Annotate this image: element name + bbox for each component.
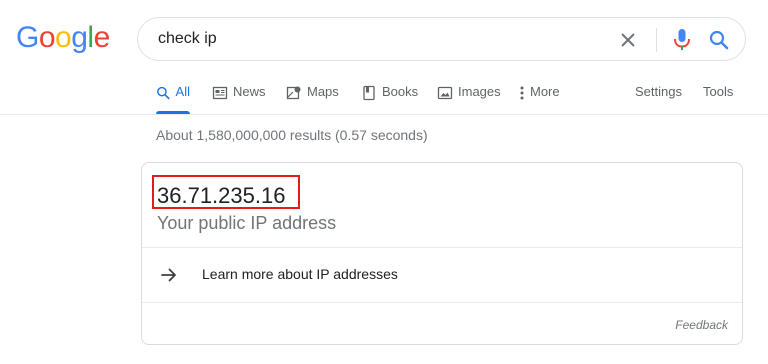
logo-letter-e: e [93,21,111,54]
logo-letter-g: G [16,21,39,54]
ip-address-caption: Your public IP address [157,213,337,233]
results-count: About 1,580,000,000 results (0.57 second… [156,127,428,143]
books-icon [363,85,375,101]
maps-icon [286,86,301,100]
learn-more-link[interactable]: Learn more about IP addresses [142,248,742,303]
google-logo[interactable]: Google [16,22,110,54]
tools-link[interactable]: Tools [703,84,733,114]
microphone-icon[interactable] [670,27,694,53]
search-nav: All News Maps Books Images More Settings… [0,84,768,114]
tab-maps-label: Maps [307,84,339,99]
tab-images-label: Images [458,84,501,99]
nav-divider [0,114,768,115]
settings-link[interactable]: Settings [635,84,682,114]
tab-images[interactable]: Images [437,84,501,114]
tools-label: Tools [703,84,734,99]
tab-news-label: News [233,84,266,99]
settings-label: Settings [635,84,682,99]
ip-answer-card: 36.71.235.16 Your public IP address Lear… [141,162,743,345]
ip-address: 36.71.235.16 [157,183,286,208]
more-vert-icon [520,86,524,100]
arrow-right-icon [161,268,176,282]
logo-letter-g2: g [71,21,88,54]
learn-more-label: Learn more about IP addresses [202,266,398,282]
tab-maps[interactable]: Maps [286,84,339,114]
card-divider-bottom [142,302,742,303]
tab-all-label: All [175,84,190,99]
tab-all[interactable]: All [156,84,190,114]
search-divider [656,28,657,52]
logo-letter-o2: o [55,21,72,54]
search-input[interactable]: check ip [158,30,217,48]
news-icon [212,86,228,100]
tab-more-label: More [530,84,560,99]
tab-books[interactable]: Books [361,84,418,114]
tab-news[interactable]: News [212,84,266,114]
search-icon [157,86,170,100]
search-submit-icon[interactable] [707,28,731,52]
search-box[interactable]: check ip [137,17,746,61]
logo-letter-o1: o [38,21,56,54]
clear-icon[interactable] [616,28,640,52]
images-icon [437,86,453,100]
tab-more[interactable]: More [518,84,560,114]
feedback-link[interactable]: Feedback [675,318,728,332]
tab-books-label: Books [382,84,419,99]
